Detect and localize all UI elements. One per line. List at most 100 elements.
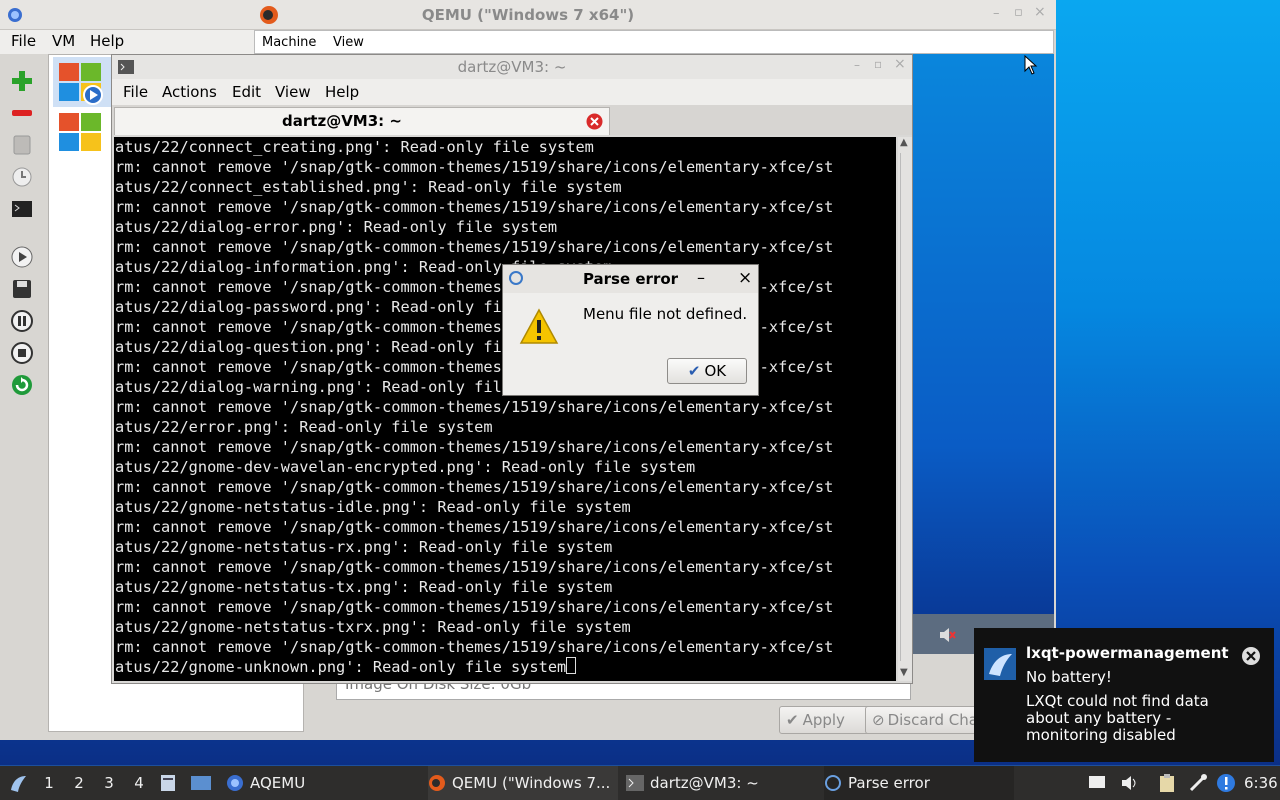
terminal-line: rm: cannot remove '/snap/gtk-common-them…	[115, 558, 834, 576]
text-cursor	[566, 657, 577, 674]
save-vm-button[interactable]	[9, 276, 35, 302]
clipboard-icon	[1160, 774, 1174, 792]
notification-title: lxqt-powermanagement	[1026, 644, 1229, 662]
terminal-line: rm: cannot remove '/snap/gtk-common-them…	[115, 478, 834, 496]
maximize-icon[interactable]: ▫	[1014, 5, 1023, 20]
taskbar: 1 2 3 4 AQEMU QEMU ("Windows 7... dartz@…	[0, 766, 1280, 800]
pause-vm-button[interactable]	[9, 308, 35, 334]
show-desktop-launcher[interactable]	[190, 766, 214, 800]
terminal-tab[interactable]: dartz@VM3: ~	[114, 107, 610, 135]
qemu-titlebar[interactable]: QEMU ("Windows 7 x64") – ▫ ×	[0, 0, 1056, 30]
menu-view[interactable]: View	[333, 35, 364, 50]
vm-display[interactable]	[913, 54, 1054, 614]
lxqt-menu-icon	[11, 776, 26, 792]
vm-list-item-selected[interactable]	[53, 57, 113, 107]
volume-icon	[1122, 776, 1136, 790]
check-icon: ✔	[687, 362, 701, 380]
parse-error-dialog: Parse error – × Menu file not defined. ✔…	[502, 264, 759, 396]
workspace-3[interactable]: 3	[96, 766, 122, 800]
workspace-2[interactable]: 2	[66, 766, 92, 800]
dialog-titlebar[interactable]: Parse error – ×	[503, 265, 758, 293]
task-aqemu[interactable]: AQEMU	[226, 766, 416, 800]
reset-vm-button[interactable]	[9, 372, 35, 398]
apply-button[interactable]: ✔ Apply	[779, 706, 873, 734]
terminal-line: rm: cannot remove '/snap/gtk-common-them…	[115, 238, 834, 256]
terminal-line: rm: cannot remove '/snap/gtk-common-them…	[115, 598, 834, 616]
terminal-line: atus/22/gnome-netstatus-txrx.png': Read-…	[115, 618, 631, 636]
close-tab-icon[interactable]	[586, 113, 603, 130]
scrollbar-track[interactable]	[900, 153, 910, 661]
workspace-1[interactable]: 1	[36, 766, 62, 800]
terminal-lines: atus/22/connect_creating.png': Read-only…	[115, 137, 833, 677]
cancel-icon: ⊘	[872, 711, 885, 729]
dialog-message: Menu file not defined.	[583, 305, 748, 323]
notification-body: LXQt could not find data about any batte…	[1026, 692, 1209, 744]
desktop-icon	[191, 776, 211, 790]
menu-edit[interactable]: Edit	[232, 83, 261, 101]
terminal-scrollbar[interactable]: ▲ ▼	[898, 137, 912, 681]
console-button[interactable]	[9, 196, 35, 222]
tray-network[interactable]	[1188, 766, 1210, 800]
check-icon: ✔	[786, 711, 799, 729]
snapshot-button[interactable]	[9, 164, 35, 190]
file-manager-launcher[interactable]	[158, 766, 180, 800]
workspace-4[interactable]: 4	[126, 766, 152, 800]
terminal-titlebar[interactable]: dartz@VM3: ~ – ▫ ×	[112, 55, 912, 79]
minimize-icon[interactable]: –	[993, 6, 1000, 21]
close-notification-icon[interactable]	[1241, 646, 1261, 666]
menu-actions[interactable]: Actions	[162, 83, 217, 101]
speaker-muted-icon	[940, 628, 956, 642]
terminal-line: rm: cannot remove '/snap/gtk-common-them…	[115, 638, 834, 656]
qemu-icon	[429, 775, 445, 791]
close-icon[interactable]: ×	[894, 56, 906, 72]
stop-vm-button[interactable]	[9, 340, 35, 366]
task-terminal[interactable]: dartz@VM3: ~	[626, 766, 816, 800]
terminal-output[interactable]: atus/22/connect_creating.png': Read-only…	[114, 137, 896, 681]
minimize-icon[interactable]: –	[697, 268, 705, 287]
terminal-line: atus/22/dialog-error.png': Read-only fil…	[115, 218, 558, 236]
menu-help[interactable]: Help	[90, 32, 124, 50]
terminal-line: rm: cannot remove '/snap/gtk-common-them…	[115, 398, 834, 416]
network-icon	[1189, 774, 1207, 792]
menu-view[interactable]: View	[275, 83, 311, 101]
menu-machine[interactable]: Machine	[262, 35, 316, 50]
qemu-side-toolbar	[0, 54, 44, 738]
task-parse-error[interactable]: Parse error	[824, 766, 1014, 800]
tray-notifications[interactable]	[1216, 766, 1238, 800]
vm-menubar: Machine View	[254, 30, 1054, 54]
vm-list-item[interactable]	[53, 111, 113, 157]
clock-icon	[12, 167, 32, 187]
task-label: AQEMU	[250, 774, 306, 792]
dialog-title: Parse error	[582, 270, 679, 288]
discard-label: Discard Cha	[887, 711, 978, 729]
maximize-icon[interactable]: ▫	[874, 57, 882, 71]
close-icon[interactable]: ×	[1034, 4, 1046, 20]
task-qemu[interactable]: QEMU ("Windows 7...	[428, 766, 618, 800]
start-vm-button[interactable]	[9, 244, 35, 270]
terminal-line: atus/22/gnome-netstatus-rx.png': Read-on…	[115, 538, 613, 556]
save-icon	[13, 280, 31, 298]
terminal-menubar: File Actions Edit View Help	[112, 79, 912, 105]
clock[interactable]: 6:36	[1244, 766, 1278, 800]
scroll-up-icon[interactable]: ▲	[900, 137, 908, 148]
tray-volume[interactable]	[1120, 766, 1140, 800]
vm-settings-button[interactable]	[9, 132, 35, 158]
battery-notification[interactable]: lxqt-powermanagement No battery! LXQt co…	[974, 628, 1274, 762]
tray-display[interactable]	[1088, 766, 1108, 800]
menu-help[interactable]: Help	[325, 83, 359, 101]
menu-vm[interactable]: VM	[52, 32, 75, 50]
scroll-down-icon[interactable]: ▼	[900, 667, 908, 678]
ok-button[interactable]: ✔ OK	[667, 358, 747, 384]
tray-clipboard[interactable]	[1158, 766, 1180, 800]
discard-changes-button[interactable]: ⊘ Discard Cha	[865, 706, 989, 734]
menu-file[interactable]: File	[123, 83, 148, 101]
terminal-line: rm: cannot remove '/snap/gtk-common-them…	[115, 518, 834, 536]
menu-file[interactable]: File	[11, 32, 36, 50]
close-icon[interactable]: ×	[738, 268, 752, 288]
windows-logo-icon	[59, 113, 101, 151]
lxqt-logo-icon	[984, 648, 1016, 680]
remove-vm-button[interactable]	[9, 100, 35, 126]
start-menu-button[interactable]	[4, 766, 32, 800]
add-vm-button[interactable]	[9, 68, 35, 94]
minimize-icon[interactable]: –	[854, 58, 860, 72]
